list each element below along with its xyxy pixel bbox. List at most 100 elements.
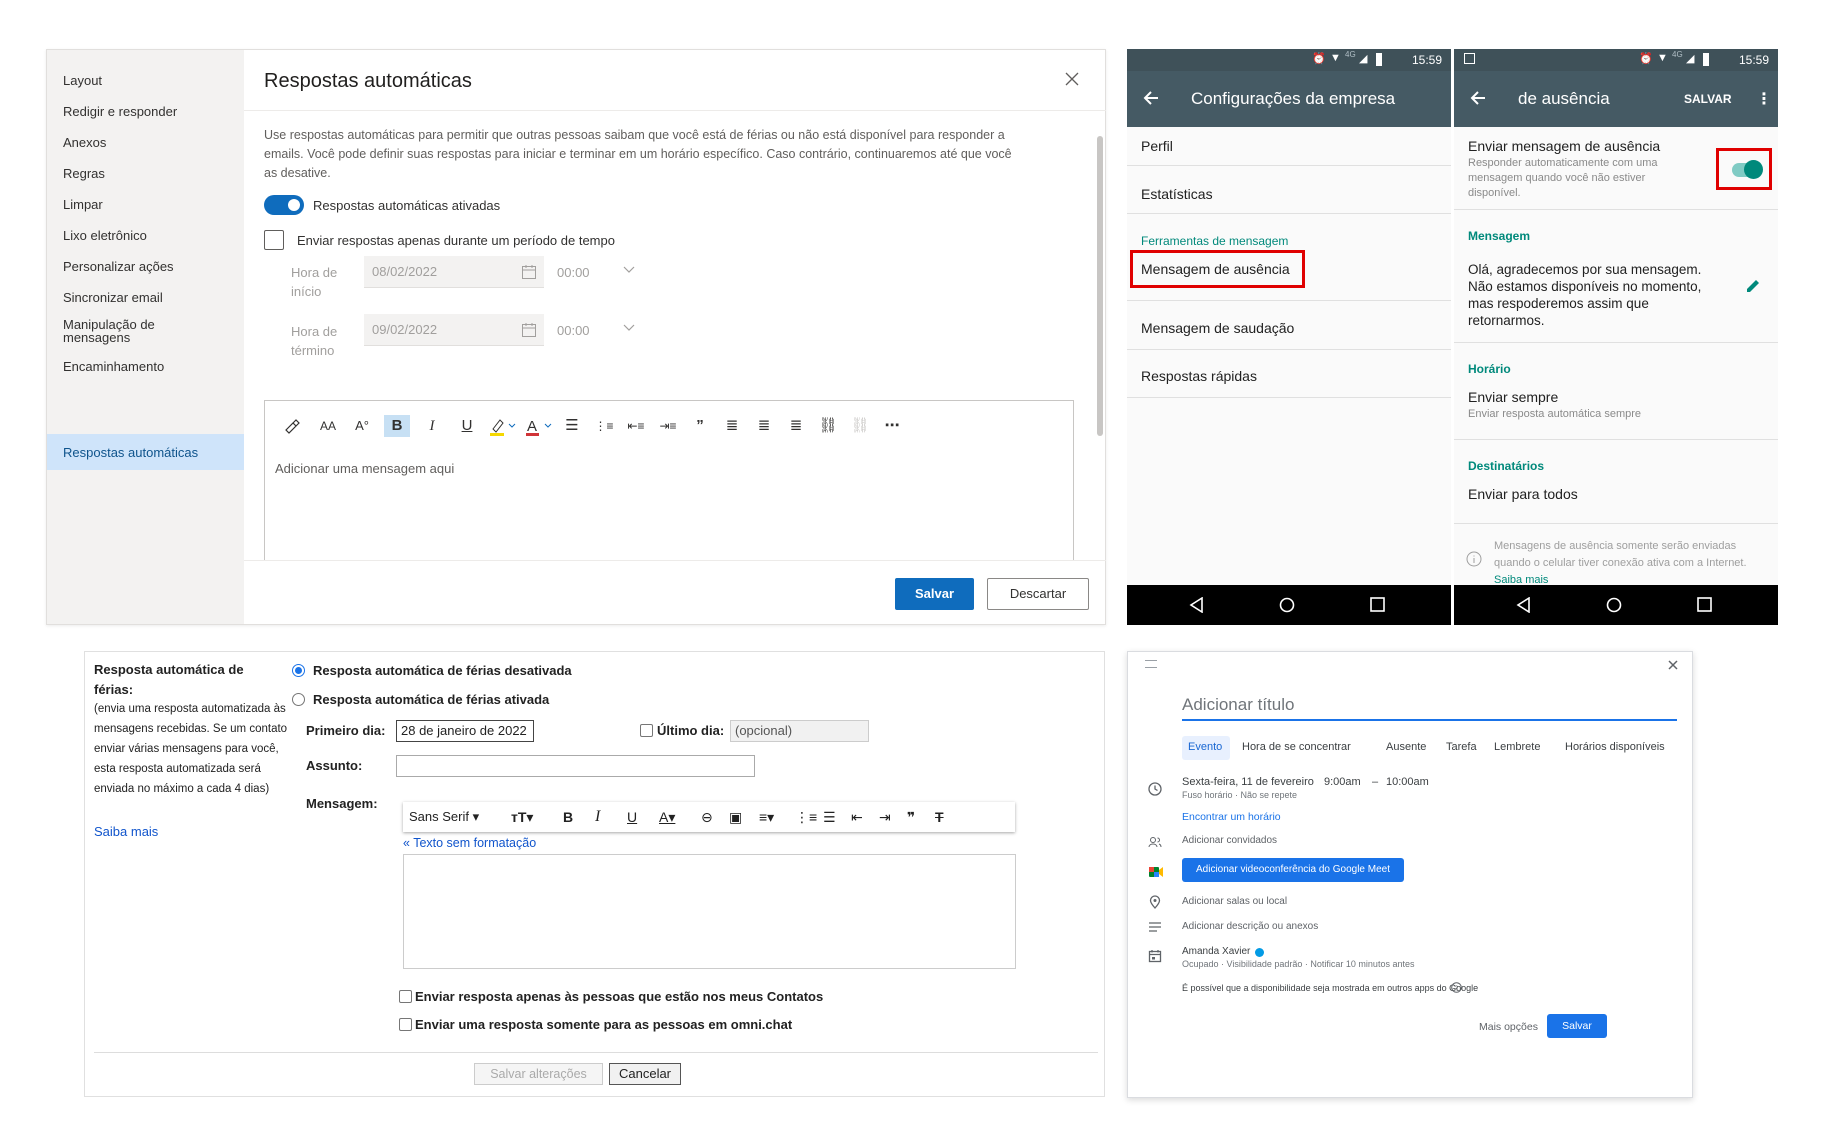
contacts-only-checkbox[interactable] <box>399 990 412 1003</box>
bold-icon[interactable]: B <box>384 415 410 437</box>
sidebar-item-customize-actions[interactable]: Personalizar ações <box>63 259 233 274</box>
font-size-icon[interactable]: AA <box>315 415 341 437</box>
close-icon[interactable] <box>1063 70 1081 88</box>
quote-icon[interactable]: ” <box>687 415 713 437</box>
message-editor[interactable]: AA A° B I U A ☰ ⋮≡ ⇤≡ ⇥≡ ” ≣ ≣ ≣ ⛓ ⛓ ⋯ A… <box>264 400 1074 560</box>
indent-less-icon[interactable]: ⇤ <box>851 807 863 827</box>
vacation-off-radio[interactable] <box>292 664 305 677</box>
decrease-indent-icon[interactable]: ⇤≡ <box>623 415 649 437</box>
find-time-link[interactable]: Encontrar um horário <box>1182 811 1281 823</box>
text-size-icon[interactable]: тT▾ <box>511 807 533 827</box>
discard-button[interactable]: Descartar <box>987 578 1089 610</box>
save-button[interactable]: SALVAR <box>1684 92 1732 106</box>
learn-more-link[interactable]: Saiba mais <box>1494 574 1548 583</box>
vacation-on-radio[interactable] <box>292 693 305 706</box>
tab-focus-time[interactable]: Hora de se concentrar <box>1242 741 1351 753</box>
nav-recents-icon[interactable] <box>1370 597 1385 612</box>
close-icon[interactable] <box>1667 659 1679 671</box>
start-time[interactable]: 00:00 <box>557 265 590 280</box>
menu-item-statistics[interactable]: Estatísticas <box>1141 186 1213 202</box>
add-guests[interactable]: Adicionar convidados <box>1182 835 1277 846</box>
numbered-list-icon[interactable]: ⋮≡ <box>591 415 617 437</box>
sidebar-item-rules[interactable]: Regras <box>63 166 233 181</box>
plain-text-link[interactable]: « Texto sem formatação <box>403 836 536 850</box>
italic-icon[interactable]: I <box>419 415 445 437</box>
back-arrow-icon[interactable] <box>1142 89 1160 107</box>
tab-reminder[interactable]: Lembrete <box>1494 741 1540 753</box>
event-end[interactable]: 10:00am <box>1386 776 1429 788</box>
edit-pencil-icon[interactable] <box>1744 277 1762 295</box>
sidebar-item-automatic-replies[interactable]: Respostas automáticas <box>63 445 233 460</box>
bullet-list-icon[interactable]: ☰ <box>823 807 836 827</box>
auto-replies-toggle[interactable] <box>264 195 304 215</box>
link-icon[interactable]: ⛓ <box>815 415 841 437</box>
title-input[interactable]: Adicionar título <box>1182 695 1294 715</box>
remove-formatting-icon[interactable]: T <box>935 807 944 827</box>
image-icon[interactable]: ▣ <box>729 807 742 827</box>
end-date-field[interactable]: 09/02/2022 <box>364 314 544 346</box>
add-meet-button[interactable]: Adicionar videoconferência do Google Mee… <box>1182 858 1404 882</box>
last-day-input[interactable]: (opcional) <box>730 720 869 742</box>
scrollbar[interactable] <box>1096 120 1104 560</box>
recipients-title[interactable]: Enviar para todos <box>1468 486 1578 502</box>
add-room[interactable]: Adicionar salas ou local <box>1182 896 1287 907</box>
sidebar-item-sync[interactable]: Sincronizar email <box>63 290 233 305</box>
calendar-owner[interactable]: Amanda Xavier <box>1182 946 1250 957</box>
unlink-icon[interactable]: ⛓ <box>847 415 873 437</box>
align-icon[interactable]: ≡▾ <box>759 807 774 827</box>
menu-item-quick-replies[interactable]: Respostas rápidas <box>1141 368 1257 384</box>
start-date-field[interactable]: 08/02/2022 <box>364 256 544 288</box>
help-icon[interactable]: ? <box>1451 982 1462 993</box>
format-painter-icon[interactable] <box>281 415 307 437</box>
chevron-down-icon[interactable] <box>623 266 635 274</box>
sidebar-item-forwarding[interactable]: Encaminhamento <box>63 359 233 374</box>
first-day-input[interactable]: 28 de janeiro de 2022 <box>396 720 534 742</box>
subject-input[interactable] <box>396 755 755 777</box>
nav-home-icon[interactable] <box>1606 597 1622 613</box>
link-icon[interactable]: ⊖ <box>701 807 713 827</box>
underline-icon[interactable]: U <box>454 415 480 437</box>
quote-icon[interactable]: ❞ <box>907 807 915 827</box>
sidebar-item-compose[interactable]: Redigir e responder <box>63 104 233 119</box>
numbered-list-icon[interactable]: ⋮≡ <box>795 807 817 827</box>
underline-icon[interactable]: U <box>627 807 637 827</box>
tab-event[interactable]: Evento <box>1188 741 1222 753</box>
highlight-icon[interactable] <box>487 415 521 437</box>
nav-home-icon[interactable] <box>1279 597 1295 613</box>
schedule-title[interactable]: Enviar sempre <box>1468 389 1558 405</box>
increase-indent-icon[interactable]: ⇥≡ <box>655 415 681 437</box>
drag-handle-icon[interactable] <box>1145 660 1157 668</box>
more-options-button[interactable]: Mais opções <box>1479 1021 1538 1033</box>
sidebar-item-junk[interactable]: Lixo eletrônico <box>63 228 233 243</box>
save-button[interactable]: Salvar <box>1547 1014 1607 1038</box>
align-right-icon[interactable]: ≣ <box>783 415 809 437</box>
add-description[interactable]: Adicionar descrição ou anexos <box>1182 921 1318 932</box>
nav-back-icon[interactable] <box>1189 597 1205 613</box>
menu-item-greeting[interactable]: Mensagem de saudação <box>1141 320 1294 336</box>
end-time[interactable]: 00:00 <box>557 323 590 338</box>
font-select[interactable]: Sans Serif ▾ <box>409 807 479 827</box>
owner-details[interactable]: Ocupado · Visibilidade padrão · Notifica… <box>1182 959 1414 969</box>
back-arrow-icon[interactable] <box>1469 89 1487 107</box>
sidebar-item-layout[interactable]: Layout <box>63 73 233 88</box>
overflow-menu-icon[interactable]: ⋮ <box>1756 89 1772 109</box>
bold-icon[interactable]: B <box>563 807 573 827</box>
sidebar-item-attachments[interactable]: Anexos <box>63 135 233 150</box>
nav-recents-icon[interactable] <box>1697 597 1712 612</box>
event-start[interactable]: 9:00am <box>1324 776 1361 788</box>
learn-more-link[interactable]: Saiba mais <box>94 824 158 839</box>
save-button[interactable]: Salvar <box>895 578 974 610</box>
timezone-text[interactable]: Fuso horário · Não se repete <box>1182 790 1297 800</box>
menu-item-profile[interactable]: Perfil <box>1141 138 1173 154</box>
cancel-button[interactable]: Cancelar <box>609 1063 681 1085</box>
align-left-icon[interactable]: ≣ <box>719 415 745 437</box>
text-color-icon[interactable]: A▾ <box>659 807 675 827</box>
superscript-icon[interactable]: A° <box>349 415 375 437</box>
chevron-down-icon[interactable] <box>623 324 635 332</box>
domain-only-checkbox[interactable] <box>399 1018 412 1031</box>
event-date[interactable]: Sexta-feira, 11 de fevereiro <box>1182 776 1314 788</box>
calendar-icon[interactable] <box>521 264 537 280</box>
font-color-icon[interactable]: A <box>523 415 557 437</box>
sidebar-item-sweep[interactable]: Limpar <box>63 197 233 212</box>
bullet-list-icon[interactable]: ☰ <box>559 415 585 437</box>
